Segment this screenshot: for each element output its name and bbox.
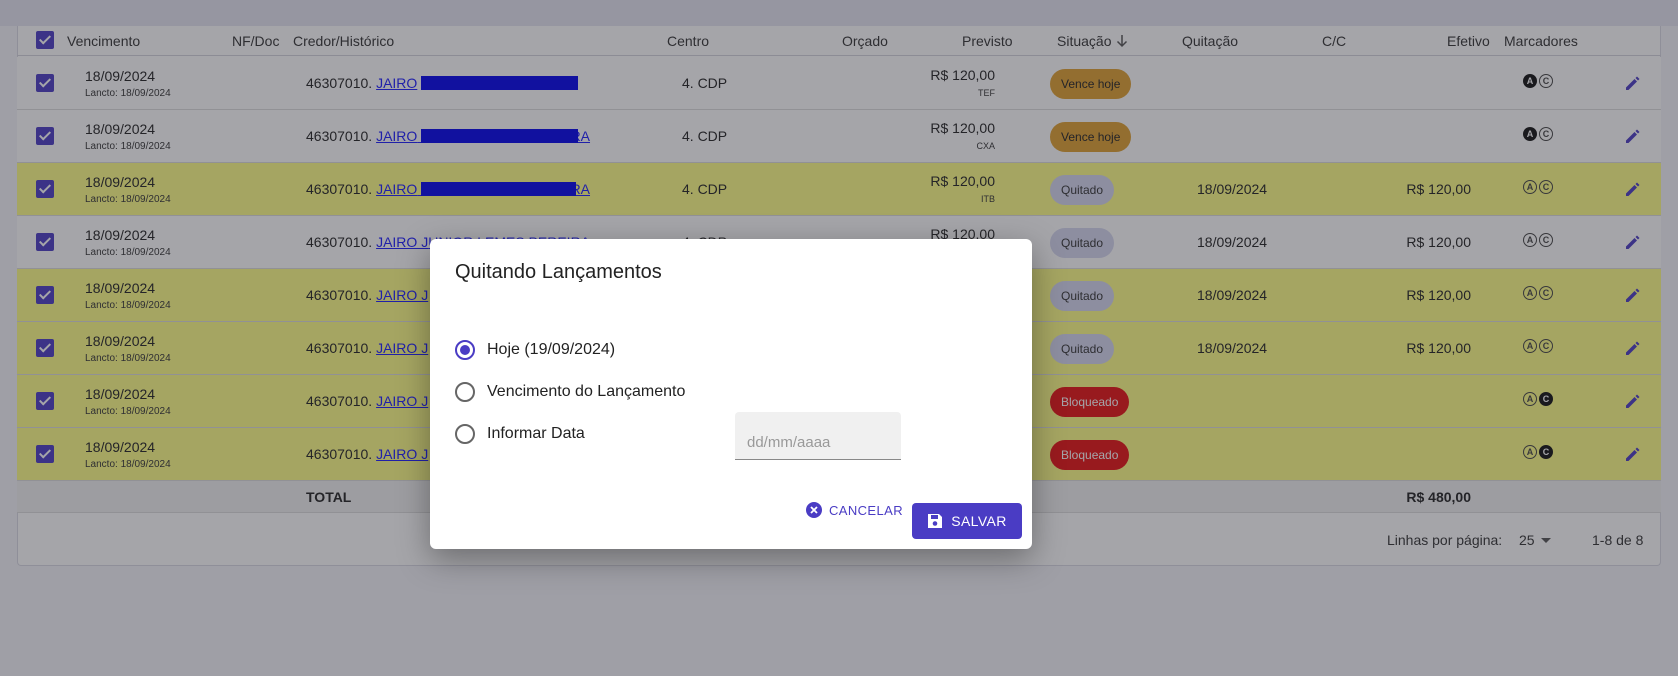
option-hoje[interactable]: Hoje (19/09/2024) bbox=[455, 340, 615, 360]
date-input[interactable]: dd/mm/aaaa bbox=[735, 412, 901, 460]
option-informar-data-label: Informar Data bbox=[487, 425, 585, 442]
close-circle-icon bbox=[806, 502, 822, 518]
dialog-title: Quitando Lançamentos bbox=[455, 261, 662, 283]
floppy-disk-icon bbox=[928, 514, 943, 528]
date-placeholder: dd/mm/aaaa bbox=[747, 434, 831, 451]
radio-hoje[interactable] bbox=[455, 340, 475, 360]
option-informar-data[interactable]: Informar Data bbox=[455, 424, 585, 444]
cancel-button[interactable]: CANCELAR bbox=[805, 501, 903, 519]
radio-informar-data[interactable] bbox=[455, 424, 475, 444]
settle-dialog: Quitando Lançamentos Hoje (19/09/2024) V… bbox=[430, 239, 1032, 549]
cancel-label: CANCELAR bbox=[829, 502, 903, 518]
save-label: SALVAR bbox=[951, 513, 1007, 529]
option-vencimento-label: Vencimento do Lançamento bbox=[487, 383, 686, 400]
save-button[interactable]: SALVAR bbox=[912, 503, 1022, 539]
option-vencimento[interactable]: Vencimento do Lançamento bbox=[455, 382, 685, 402]
radio-vencimento[interactable] bbox=[455, 382, 475, 402]
option-hoje-label: Hoje (19/09/2024) bbox=[487, 341, 616, 358]
